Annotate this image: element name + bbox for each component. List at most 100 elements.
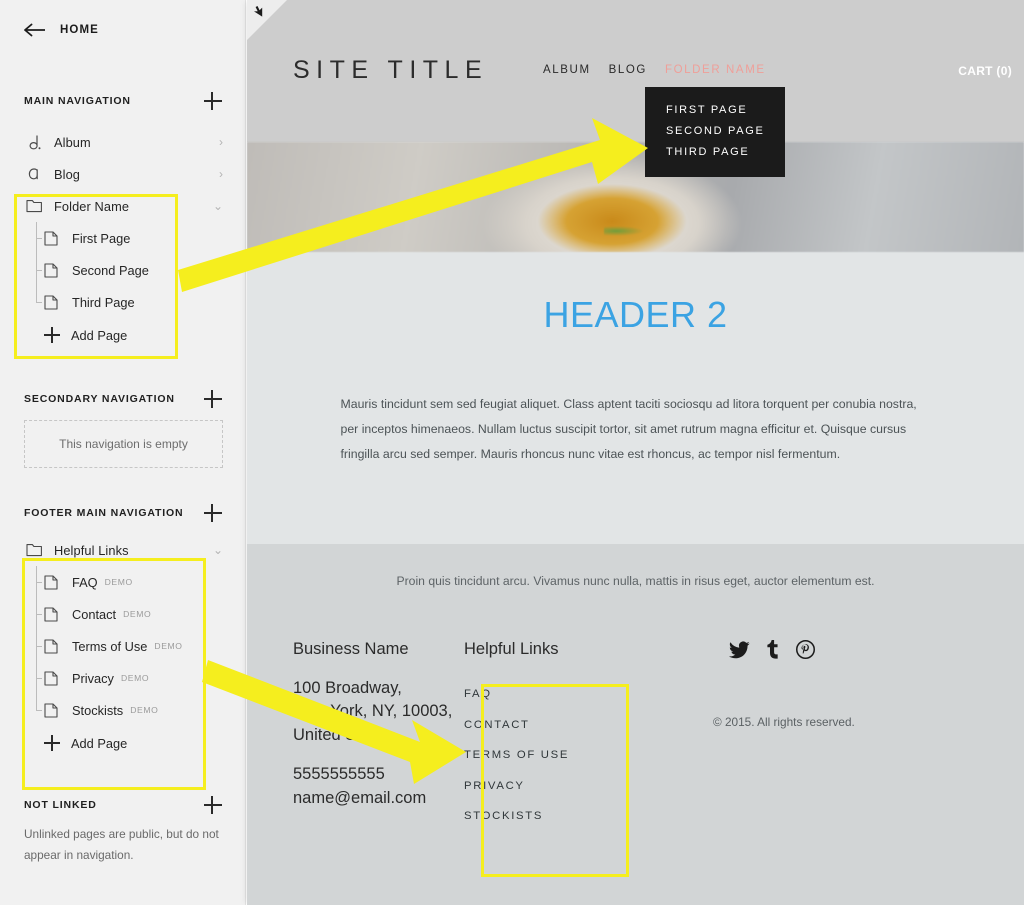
demo-badge: DEMO xyxy=(104,577,133,587)
site-nav-album[interactable]: ALBUM xyxy=(543,64,591,76)
sidebar-item-label: Blog xyxy=(54,166,81,182)
chevron-down-icon: ⌄ xyxy=(212,543,223,557)
add-secondary-navigation-item-button[interactable] xyxy=(203,389,223,409)
app-root: HOME MAIN NAVIGATION Album › Blog › Fold… xyxy=(0,0,1024,905)
cursor-arrow-icon xyxy=(252,4,267,24)
footer-link-stockists[interactable]: STOCKISTS xyxy=(464,801,645,832)
dropdown-item-third-page[interactable]: THIRD PAGE xyxy=(666,142,763,163)
not-linked-hint: Unlinked pages are public, but do not ap… xyxy=(24,827,219,862)
footer-address-line-1: 100 Broadway, xyxy=(293,679,402,697)
sidebar-subitem-third-page[interactable]: Third Page xyxy=(0,286,245,318)
body-heading: HEADER 2 xyxy=(543,294,728,335)
folder-icon xyxy=(26,541,48,559)
sidebar-subitem-stockists[interactable]: Stockists DEMO xyxy=(0,694,245,726)
empty-navigation-placeholder: This navigation is empty xyxy=(24,420,223,468)
add-not-linked-page-button[interactable] xyxy=(203,795,223,815)
sidebar-subitem-terms-of-use[interactable]: Terms of Use DEMO xyxy=(0,630,245,662)
body-paragraph: Mauris tincidunt sem sed feugiat aliquet… xyxy=(340,397,917,462)
empty-navigation-message: This navigation is empty xyxy=(59,437,188,451)
tumblr-icon[interactable] xyxy=(767,640,779,659)
site-nav-blog[interactable]: BLOG xyxy=(609,64,647,76)
page-icon xyxy=(44,670,62,686)
add-page-button-main[interactable]: Add Page xyxy=(0,318,245,352)
page-icon xyxy=(44,638,62,654)
sidebar-subitem-label: Third Page xyxy=(72,294,135,310)
sidebar-subitem-second-page[interactable]: Second Page xyxy=(0,254,245,286)
sidebar-subitem-first-page[interactable]: First Page xyxy=(0,222,245,254)
sidebar-subitem-privacy[interactable]: Privacy DEMO xyxy=(0,662,245,694)
sidebar-item-helpful-links[interactable]: Helpful Links ⌄ xyxy=(0,534,245,566)
footer-address-line-3: United States xyxy=(293,725,393,744)
sidebar-subitem-faq[interactable]: FAQ DEMO xyxy=(0,566,245,598)
footer-phone: 5555555555 xyxy=(293,765,385,784)
section-title: FOOTER MAIN NAVIGATION xyxy=(24,507,184,519)
section-title: SECONDARY NAVIGATION xyxy=(24,393,175,405)
section-header-main-navigation: MAIN NAVIGATION xyxy=(0,88,245,114)
page-icon xyxy=(44,702,62,718)
home-label: HOME xyxy=(60,24,99,36)
page-icon xyxy=(44,262,62,278)
page-icon xyxy=(44,574,62,590)
sidebar-subitem-label: FAQ xyxy=(72,574,98,590)
sidebar-subitem-label: First Page xyxy=(72,230,131,246)
dropdown-item-second-page[interactable]: SECOND PAGE xyxy=(666,121,763,142)
footer-social-column: © 2015. All rights reserved. xyxy=(645,640,1024,832)
footer-business-name: Business Name xyxy=(293,640,409,658)
plus-icon xyxy=(44,735,60,751)
preview-corner-tab[interactable] xyxy=(247,0,287,40)
sidebar-subitem-label: Stockists xyxy=(72,702,124,718)
footer-columns: Business Name 100 Broadway, New York, NY… xyxy=(247,588,1024,832)
sidebar-subitem-label: Contact xyxy=(72,606,117,622)
twitter-icon[interactable] xyxy=(729,640,750,659)
footer-links-title: Helpful Links xyxy=(464,640,559,658)
footer-address-line-2: New York, NY, 10003, xyxy=(293,702,453,721)
back-arrow-icon xyxy=(24,23,46,37)
hero-banner-image xyxy=(247,142,1024,252)
add-page-button-footer[interactable]: Add Page xyxy=(0,726,245,760)
page-icon xyxy=(44,294,62,310)
sidebar-subitem-label: Privacy xyxy=(72,670,114,686)
cart-link[interactable]: CART (0) xyxy=(958,64,1012,78)
plus-icon xyxy=(44,327,60,343)
chevron-right-icon: › xyxy=(219,135,223,149)
site-body-section: HEADER 2 Mauris tincidunt sem sed feugia… xyxy=(247,252,1024,544)
add-page-label: Add Page xyxy=(71,735,128,751)
add-main-navigation-item-button[interactable] xyxy=(203,91,223,111)
sidebar-item-blog[interactable]: Blog › xyxy=(0,158,245,190)
social-icons-row xyxy=(711,640,1024,659)
footer-link-terms-of-use[interactable]: TERMS OF USE xyxy=(464,740,645,771)
footer-link-privacy[interactable]: PRIVACY xyxy=(464,771,645,802)
footer-link-contact[interactable]: CONTACT xyxy=(464,710,645,741)
footer-link-faq[interactable]: FAQ xyxy=(464,679,645,710)
sidebar-subitem-label: Terms of Use xyxy=(72,638,148,654)
pinterest-icon[interactable] xyxy=(796,640,815,659)
section-title: NOT LINKED xyxy=(24,799,97,811)
demo-badge: DEMO xyxy=(154,641,183,651)
sidebar-item-album[interactable]: Album › xyxy=(0,126,245,158)
site-preview-pane: SITE TITLE ALBUM BLOG FOLDER NAME CART (… xyxy=(247,0,1024,905)
footer-tagline: Proin quis tincidunt arcu. Vivamus nunc … xyxy=(396,574,875,588)
section-header-footer-main-navigation: FOOTER MAIN NAVIGATION xyxy=(0,500,245,526)
site-footer: Proin quis tincidunt arcu. Vivamus nunc … xyxy=(247,544,1024,905)
add-page-label: Add Page xyxy=(71,327,128,343)
chevron-right-icon: › xyxy=(219,167,223,181)
site-header: SITE TITLE ALBUM BLOG FOLDER NAME CART (… xyxy=(247,0,1024,177)
add-footer-navigation-item-button[interactable] xyxy=(203,503,223,523)
demo-badge: DEMO xyxy=(123,609,152,619)
page-icon xyxy=(44,606,62,622)
sidebar-item-label: Helpful Links xyxy=(54,542,129,558)
demo-badge: DEMO xyxy=(120,673,150,683)
site-nav-dropdown: FIRST PAGE SECOND PAGE THIRD PAGE xyxy=(645,87,785,177)
section-header-not-linked: NOT LINKED xyxy=(0,792,245,818)
sidebar-subitem-label: Second Page xyxy=(72,262,149,278)
sidebar-item-label: Folder Name xyxy=(54,198,130,214)
site-title: SITE TITLE xyxy=(293,56,489,84)
site-nav-folder-name[interactable]: FOLDER NAME xyxy=(665,64,766,76)
sidebar-item-folder-name[interactable]: Folder Name ⌄ xyxy=(0,190,245,222)
back-to-home-button[interactable]: HOME xyxy=(0,0,245,46)
demo-badge: DEMO xyxy=(130,705,159,715)
sidebar-subitem-contact[interactable]: Contact DEMO xyxy=(0,598,245,630)
dropdown-item-first-page[interactable]: FIRST PAGE xyxy=(666,100,763,121)
sidebar-item-label: Album xyxy=(54,134,91,150)
